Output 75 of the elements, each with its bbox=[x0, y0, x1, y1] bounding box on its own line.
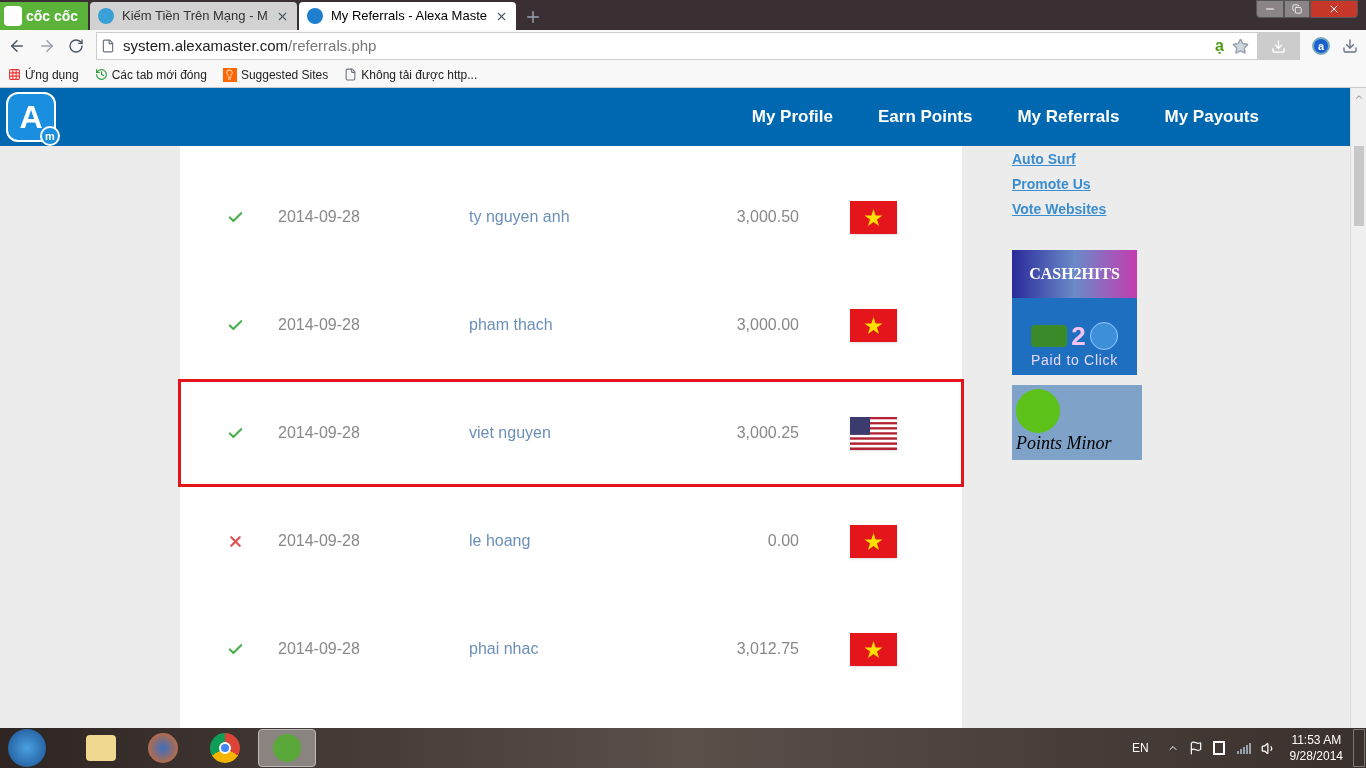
sidebar-link[interactable]: Vote Websites bbox=[1012, 197, 1142, 222]
name-cell-text: le hoang bbox=[469, 531, 532, 551]
bookmark-item[interactable]: Không tải được http... bbox=[344, 65, 478, 84]
name-cell-text: viet nguyen bbox=[469, 423, 552, 443]
new-tab-icon[interactable] bbox=[524, 8, 542, 26]
date-cell-text: 2014-09-28 bbox=[278, 423, 361, 443]
start-button[interactable] bbox=[8, 729, 46, 767]
download-icon[interactable] bbox=[1342, 38, 1358, 54]
points-cell-text: 3,000.25 bbox=[735, 423, 799, 443]
bookmark-item[interactable]: Ứng dụng bbox=[8, 65, 79, 84]
banner-caption: Points Minor bbox=[1016, 433, 1113, 453]
url-host: system.alexamaster.com bbox=[123, 35, 289, 56]
favicon-icon bbox=[306, 8, 323, 24]
vietnam-flag-icon bbox=[850, 200, 897, 234]
vietnam-flag-icon bbox=[850, 308, 897, 342]
firefox-icon[interactable] bbox=[148, 733, 178, 763]
address-bar[interactable]: system.alexamaster.com/referrals.php ạ bbox=[96, 32, 1300, 60]
browser-tab[interactable]: My Referrals - Alexa Maste bbox=[298, 2, 516, 30]
restore-button[interactable] bbox=[1284, 0, 1310, 18]
points-cell-text: 0.00 bbox=[766, 531, 799, 551]
nav-link[interactable]: Earn Points bbox=[878, 104, 973, 130]
history-icon bbox=[94, 68, 108, 81]
lightbulb-icon bbox=[222, 67, 237, 82]
vietnam-flag-icon bbox=[850, 524, 897, 558]
name-cell-text: pham thach bbox=[469, 315, 554, 335]
vietnam-flag-icon bbox=[850, 632, 897, 666]
tab-title: My Referrals - Alexa Maste bbox=[330, 7, 487, 26]
name-cell-text: phai nhac bbox=[469, 639, 540, 659]
banner-title: CASH2HITS bbox=[1029, 264, 1120, 284]
usa-flag-icon bbox=[850, 416, 897, 450]
scroll-thumb[interactable] bbox=[1353, 146, 1364, 226]
bookmark-item[interactable]: Các tab mới đóng bbox=[94, 65, 207, 84]
banner-caption: Paid to Click bbox=[1031, 351, 1118, 370]
bookmark-star-icon[interactable] bbox=[1232, 37, 1249, 55]
clock-time[interactable]: 11:53 AM bbox=[1291, 732, 1342, 748]
download-icon bbox=[1270, 38, 1286, 54]
forward-icon[interactable] bbox=[38, 37, 56, 55]
points-cell-text: 3,012.75 bbox=[735, 639, 799, 659]
minimize-button[interactable] bbox=[1256, 0, 1284, 18]
favicon-icon bbox=[98, 8, 114, 24]
points-cell-text: 3,000.00 bbox=[735, 315, 799, 335]
date-cell-text: 2014-09-28 bbox=[278, 531, 361, 551]
page-icon bbox=[344, 68, 358, 81]
clock-date[interactable]: 9/28/2014 bbox=[1289, 748, 1343, 764]
url-path: /referrals.php bbox=[288, 35, 377, 56]
points-cell-text: 3,000.50 bbox=[735, 207, 799, 227]
language-indicator[interactable]: EN bbox=[1131, 739, 1149, 757]
show-desktop-button[interactable] bbox=[1353, 729, 1365, 767]
nav-link[interactable]: My Profile bbox=[751, 104, 833, 130]
date-cell-text: 2014-09-28 bbox=[278, 207, 361, 227]
brand-label: cốc cốc bbox=[26, 6, 79, 26]
extension-icon[interactable]: a bbox=[1312, 37, 1330, 55]
bookmark-item[interactable]: Suggested Sites bbox=[222, 65, 329, 84]
close-icon bbox=[1328, 3, 1340, 15]
chrome-icon[interactable] bbox=[210, 733, 240, 763]
nav-link[interactable]: My Referrals bbox=[1017, 104, 1120, 130]
scrollbar[interactable] bbox=[1350, 88, 1366, 728]
sidebar-link[interactable]: Promote Us bbox=[1012, 172, 1142, 197]
date-cell-text: 2014-09-28 bbox=[278, 315, 361, 335]
flag-icon[interactable] bbox=[1188, 741, 1203, 755]
tab-title: Kiếm Tiền Trên Mạng - M bbox=[122, 7, 268, 26]
page-icon bbox=[101, 39, 115, 53]
reload-icon[interactable] bbox=[68, 38, 84, 54]
ad-banner[interactable]: Points Minor bbox=[1012, 385, 1142, 460]
apps-grid-icon bbox=[8, 68, 21, 81]
signal-bars-icon[interactable] bbox=[1236, 742, 1251, 754]
name-cell-text: ty nguyen anh bbox=[469, 207, 571, 227]
restore-icon bbox=[1292, 4, 1302, 14]
accent-icon[interactable]: ạ bbox=[1215, 34, 1224, 58]
sidebar-link[interactable]: Auto Surf bbox=[1012, 147, 1142, 172]
browser-tab[interactable]: Kiếm Tiền Trên Mạng - M bbox=[90, 2, 297, 30]
nav-link[interactable]: My Payouts bbox=[1164, 104, 1259, 130]
back-icon[interactable] bbox=[8, 37, 26, 55]
banner-number: 2 bbox=[1071, 323, 1086, 349]
date-cell-text: 2014-09-28 bbox=[278, 639, 361, 659]
